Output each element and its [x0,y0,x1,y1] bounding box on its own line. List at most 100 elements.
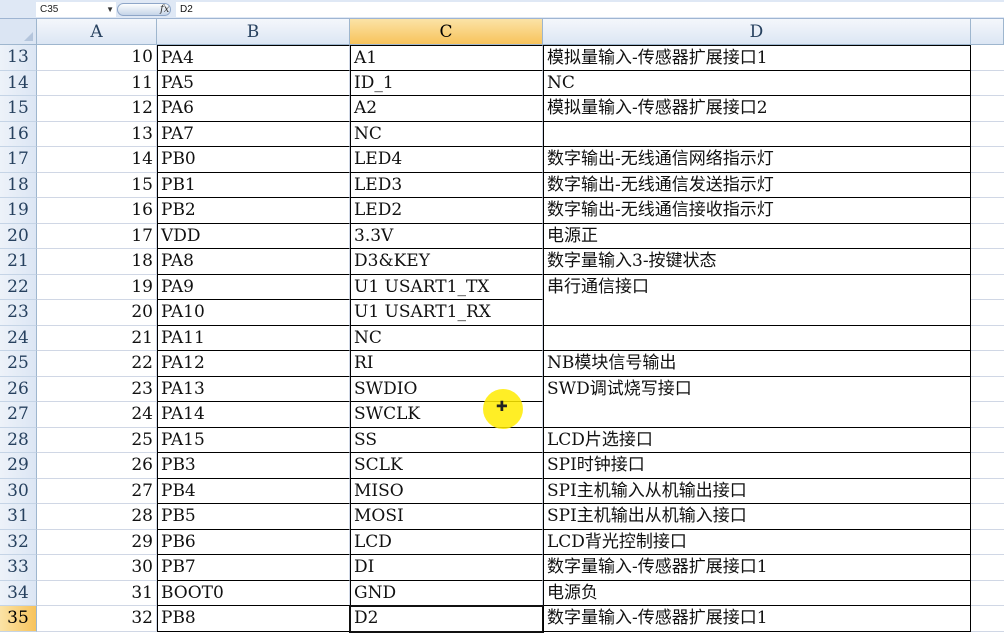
cell-a16[interactable]: 13 [37,121,157,147]
cell-b18[interactable]: PB1 [157,172,350,198]
cell-e22[interactable] [971,275,1004,300]
row-header-31[interactable]: 31 [0,504,37,530]
cell-d24[interactable] [543,325,971,351]
cell-b16[interactable]: PA7 [157,121,350,147]
cell-c28[interactable]: SS [350,427,543,453]
row-header-20[interactable]: 20 [0,223,37,249]
column-header-c[interactable]: C [350,19,543,45]
cell-b32[interactable]: PB6 [157,529,350,555]
row-header-21[interactable]: 21 [0,249,37,275]
cell-e15[interactable] [971,96,1004,122]
cell-e30[interactable] [971,479,1004,504]
cell-c22[interactable]: U1 USART1_TX [350,274,543,300]
cell-b13[interactable]: PA4 [157,45,350,71]
row-header-26[interactable]: 26 [0,376,37,402]
cell-a25[interactable]: 22 [37,351,157,377]
cell-a17[interactable]: 14 [37,147,157,173]
cell-a33[interactable]: 30 [37,555,157,581]
row-header-32[interactable]: 32 [0,529,37,555]
cell-a31[interactable]: 28 [37,504,157,530]
name-box[interactable]: C35 ▼ [36,2,116,17]
cell-a28[interactable]: 25 [37,427,157,453]
name-box-dropdown-icon[interactable]: ▼ [106,2,114,17]
cell-c25[interactable]: RI [350,351,543,377]
cell-b14[interactable]: PA5 [157,70,350,96]
cell-d32[interactable]: LCD背光控制接口 [543,529,971,555]
cell-b19[interactable]: PB2 [157,198,350,224]
cell-c14[interactable]: ID_1 [350,70,543,96]
cell-e28[interactable] [971,428,1004,453]
cell-d29[interactable]: SPI时钟接口 [543,453,971,479]
cell-a13[interactable]: 10 [37,45,157,71]
cell-b33[interactable]: PB7 [157,555,350,581]
cell-c16[interactable]: NC [350,121,543,147]
row-header-16[interactable]: 16 [0,121,37,147]
cell-a30[interactable]: 27 [37,478,157,504]
cell-e20[interactable] [971,224,1004,249]
row-header-19[interactable]: 19 [0,198,37,224]
cell-b30[interactable]: PB4 [157,478,350,504]
cell-d25[interactable]: NB模块信号输出 [543,351,971,377]
cell-a19[interactable]: 16 [37,198,157,224]
column-header-b[interactable]: B [157,19,350,45]
cell-d19[interactable]: 数字输出-无线通信接收指示灯 [543,198,971,224]
cell-d18[interactable]: 数字输出-无线通信发送指示灯 [543,172,971,198]
cell-e23[interactable] [971,300,1004,326]
cell-e19[interactable] [971,198,1004,224]
cell-d23[interactable] [543,300,971,326]
cell-e34[interactable] [971,581,1004,606]
cell-a34[interactable]: 31 [37,580,157,606]
cell-c31[interactable]: MOSI [350,504,543,530]
cell-d34[interactable]: 电源负 [543,580,971,606]
row-header-13[interactable]: 13 [0,45,37,71]
cell-e13[interactable] [971,45,1004,71]
cell-e14[interactable] [971,71,1004,96]
cell-c34[interactable]: GND [350,580,543,606]
cell-c21[interactable]: D3&KEY [350,249,543,275]
row-header-18[interactable]: 18 [0,172,37,198]
cell-c23[interactable]: U1 USART1_RX [350,300,543,326]
cell-e21[interactable] [971,249,1004,275]
cell-b34[interactable]: BOOT0 [157,580,350,606]
cell-e16[interactable] [971,122,1004,147]
cell-a22[interactable]: 19 [37,274,157,300]
cell-e25[interactable] [971,351,1004,377]
cell-c24[interactable]: NC [350,325,543,351]
cell-c17[interactable]: LED4 [350,147,543,173]
select-all-button[interactable] [0,19,37,45]
row-header-30[interactable]: 30 [0,478,37,504]
cell-a21[interactable]: 18 [37,249,157,275]
cell-b21[interactable]: PA8 [157,249,350,275]
cell-d30[interactable]: SPI主机输入从机输出接口 [543,478,971,504]
cell-a32[interactable]: 29 [37,529,157,555]
cell-d21[interactable]: 数字量输入3-按键状态 [543,249,971,275]
cell-e24[interactable] [971,326,1004,351]
cell-a14[interactable]: 11 [37,70,157,96]
cell-b27[interactable]: PA14 [157,402,350,428]
column-header-d[interactable]: D [543,19,971,45]
row-header-29[interactable]: 29 [0,453,37,479]
cell-a15[interactable]: 12 [37,96,157,122]
cell-e33[interactable] [971,555,1004,581]
cell-d14[interactable]: NC [543,70,971,96]
cell-a35[interactable]: 32 [37,606,157,632]
cell-c30[interactable]: MISO [350,478,543,504]
row-header-35[interactable]: 35 [0,606,37,632]
cell-d15[interactable]: 模拟量输入-传感器扩展接口2 [543,96,971,122]
cell-e27[interactable] [971,402,1004,428]
cell-b17[interactable]: PB0 [157,147,350,173]
cell-a27[interactable]: 24 [37,402,157,428]
cell-a29[interactable]: 26 [37,453,157,479]
cell-e26[interactable] [971,377,1004,402]
cell-d17[interactable]: 数字输出-无线通信网络指示灯 [543,147,971,173]
cell-c33[interactable]: DI [350,555,543,581]
cell-d27[interactable] [543,402,971,428]
cell-e18[interactable] [971,173,1004,198]
insert-function-icon[interactable]: fx [160,2,169,17]
cell-d16[interactable] [543,121,971,147]
cell-b25[interactable]: PA12 [157,351,350,377]
cell-b31[interactable]: PB5 [157,504,350,530]
cell-d13[interactable]: 模拟量输入-传感器扩展接口1 [543,45,971,71]
cell-d31[interactable]: SPI主机输出从机输入接口 [543,504,971,530]
cell-e35[interactable] [971,606,1004,632]
